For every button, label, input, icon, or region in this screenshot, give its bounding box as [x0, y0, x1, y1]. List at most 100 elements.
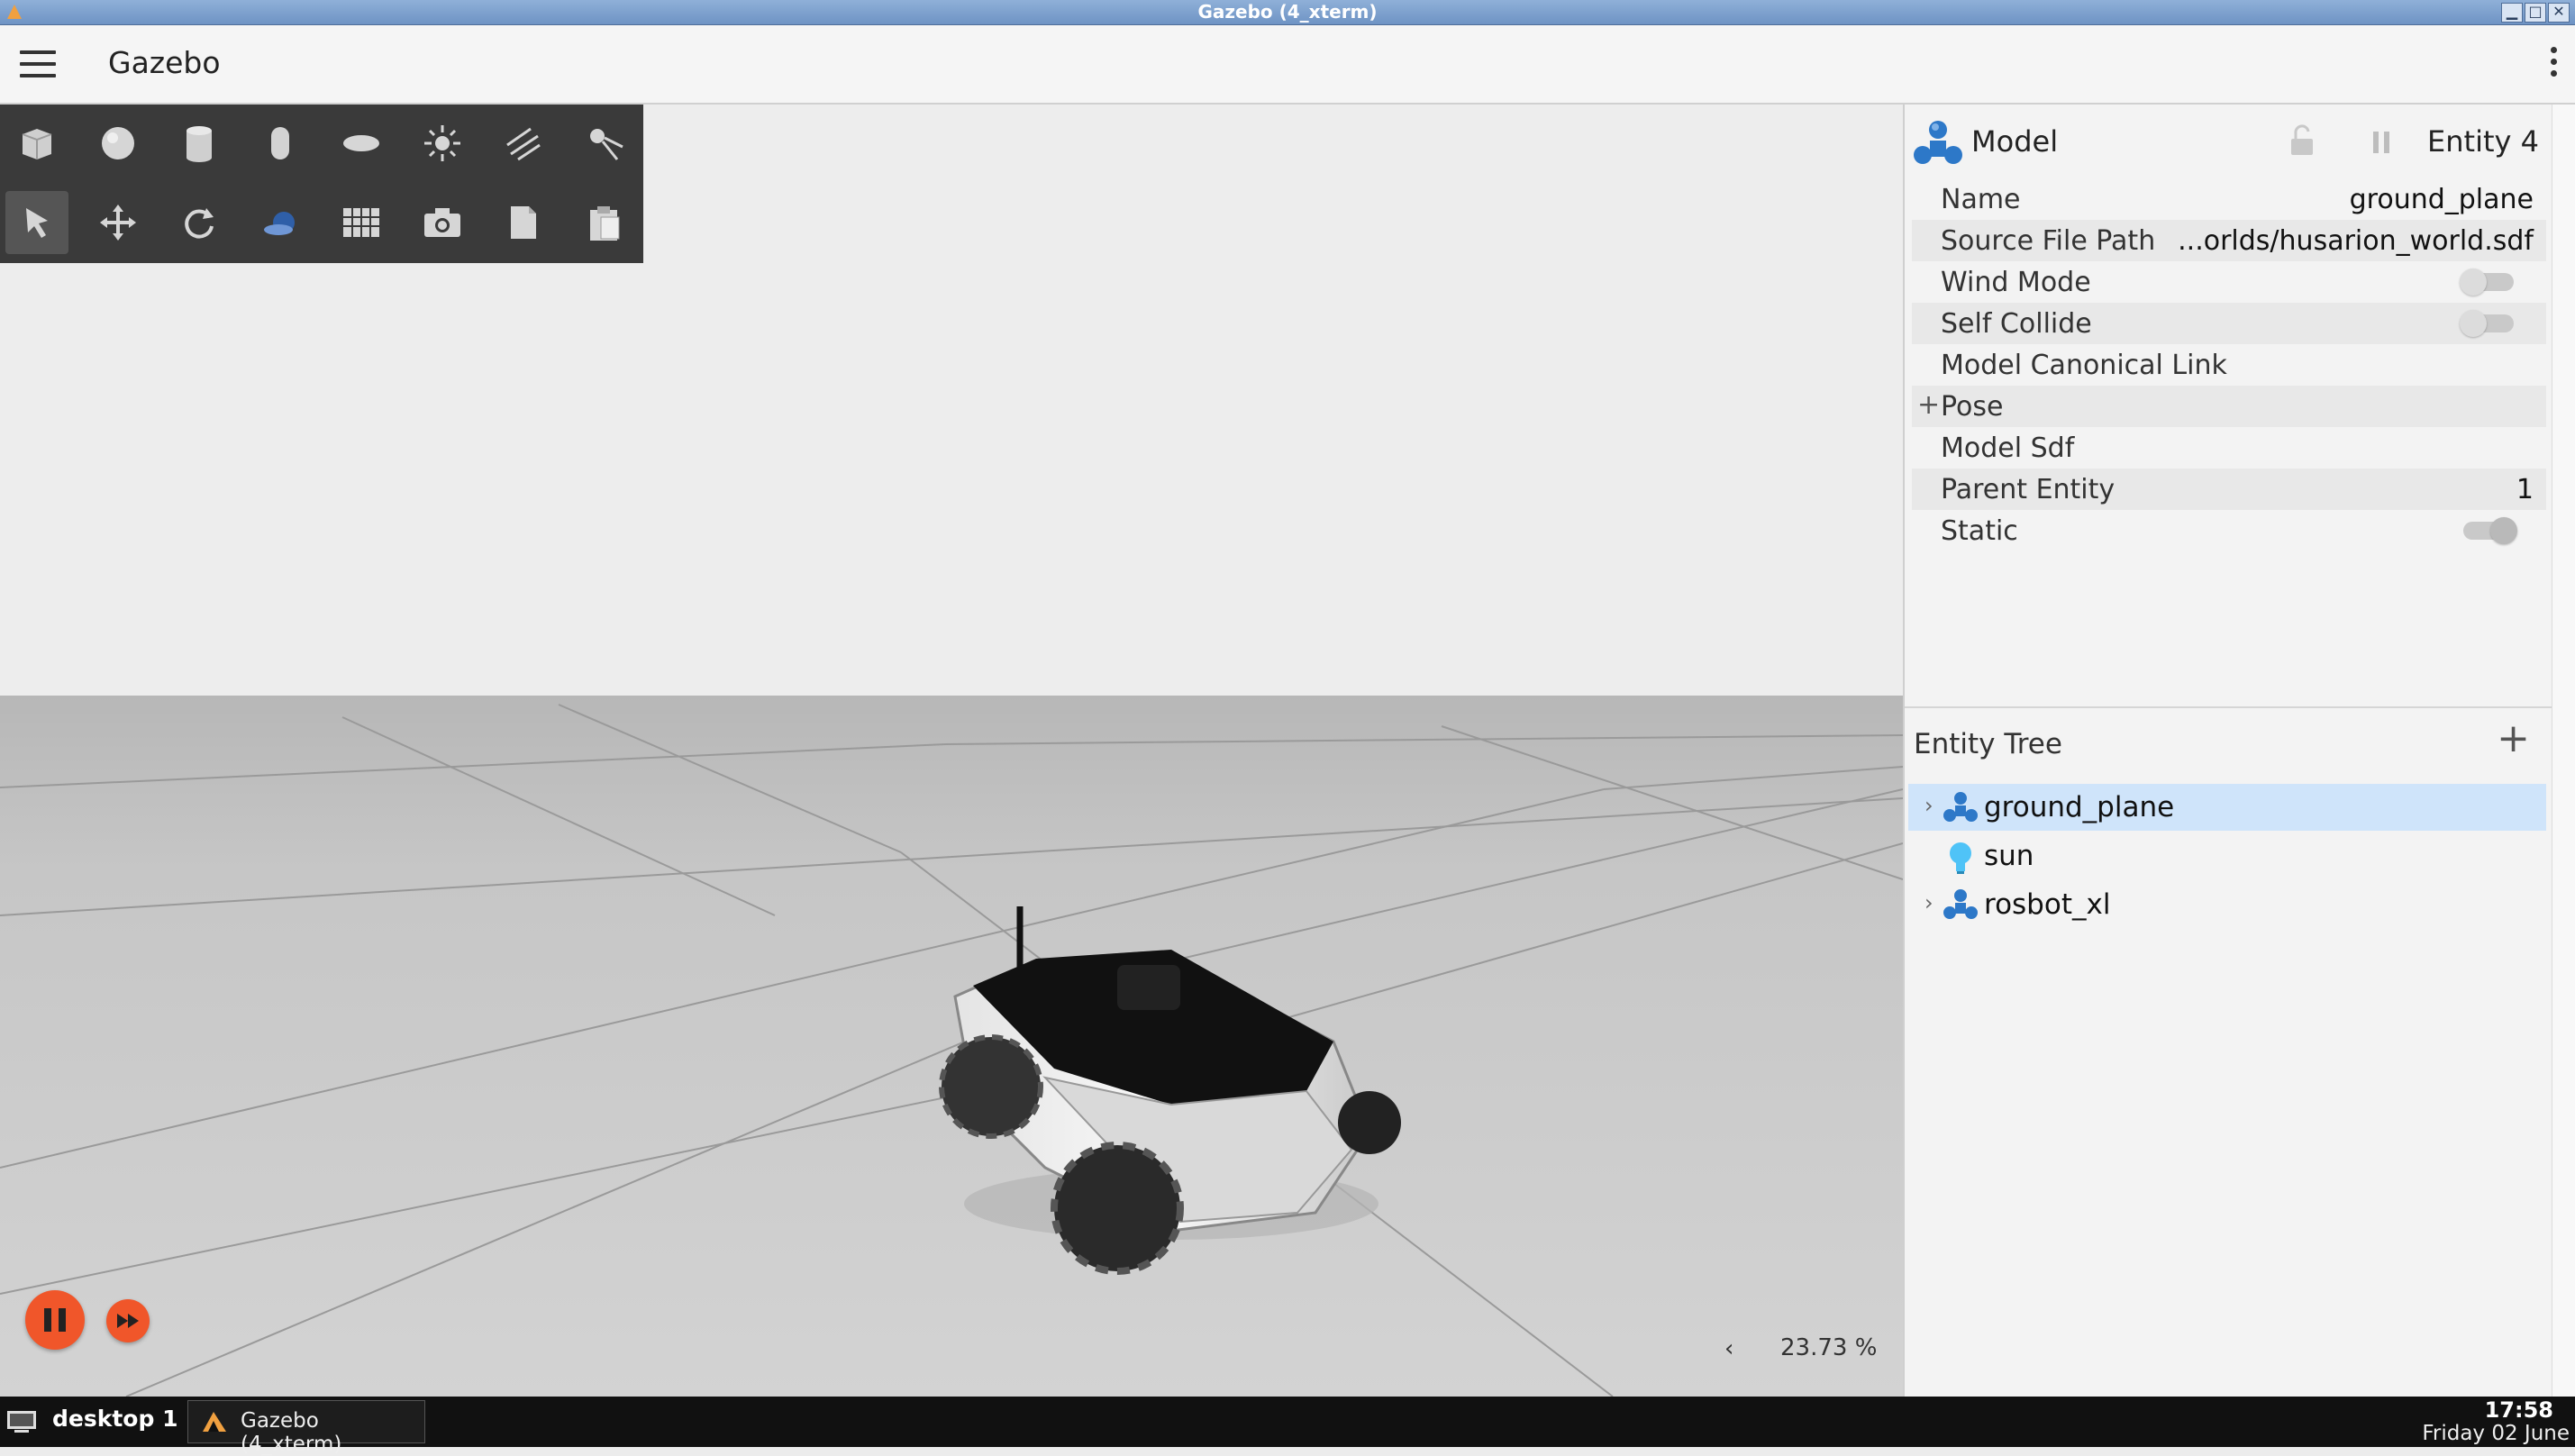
spot-light-button[interactable]: [573, 112, 636, 175]
cylinder-shape-button[interactable]: [168, 112, 231, 175]
window-app-icon: [7, 5, 22, 19]
property-key: Parent Entity: [1941, 474, 2116, 505]
model-icon: [1943, 792, 1978, 822]
taskbar-task-label: Gazebo (4_xterm): [241, 1409, 342, 1456]
grid-config-icon: [343, 208, 379, 237]
sphere-shape-button[interactable]: [86, 112, 150, 175]
entity-tree-panel: Entity Tree + › ground_plane sun › rosbo…: [1905, 706, 2553, 1398]
tree-item-ground-plane[interactable]: › ground_plane: [1908, 784, 2546, 831]
paste-button[interactable]: [573, 191, 636, 254]
chevron-left-icon[interactable]: ‹: [1724, 1335, 1733, 1362]
cylinder-shape-icon: [187, 126, 212, 162]
real-time-factor: 23.73 %: [1780, 1334, 1878, 1361]
scene-render: [0, 105, 1903, 1397]
plus-icon[interactable]: +: [2497, 719, 2530, 759]
property-row-pose[interactable]: + Pose: [1912, 386, 2546, 427]
clock-date: Friday 02 June: [2422, 1422, 2570, 1445]
entity-tree-title: Entity Tree: [1914, 728, 2062, 760]
property-key: Model Canonical Link: [1941, 350, 2227, 381]
property-key: Pose: [1941, 391, 2004, 423]
property-key: Name: [1941, 184, 2021, 215]
point-light-button[interactable]: [411, 112, 474, 175]
spot-light-icon: [590, 129, 623, 160]
paste-icon: [590, 206, 620, 241]
directional-light-icon: [506, 127, 541, 161]
rotate-mode-button[interactable]: [168, 191, 231, 254]
chevron-right-icon[interactable]: ›: [1924, 890, 1934, 915]
hamburger-menu-icon[interactable]: [20, 50, 56, 77]
select-mode-icon: [26, 208, 48, 238]
window-title: Gazebo (4_xterm): [1197, 1, 1378, 23]
property-row-source-file-path: Source File Path ...orlds/husarion_world…: [1912, 220, 2546, 261]
directional-light-button[interactable]: [492, 112, 555, 175]
ellipsoid-shape-icon: [343, 135, 379, 151]
model-icon: [1943, 889, 1978, 919]
view-angle-icon: [264, 212, 295, 235]
chevron-right-icon[interactable]: ›: [1924, 793, 1934, 818]
kebab-menu-icon[interactable]: [2544, 47, 2562, 83]
window-close-button[interactable]: ✕: [2548, 3, 2570, 23]
component-inspector-header: Model Entity 4: [1905, 105, 2553, 180]
capsule-shape-icon: [271, 127, 289, 159]
tree-item-sun[interactable]: sun: [1908, 833, 2546, 879]
light-bulb-icon: [1950, 842, 1971, 874]
step-forward-button[interactable]: [106, 1299, 150, 1342]
property-row-static: Static: [1912, 510, 2546, 551]
expand-plus-icon[interactable]: +: [1917, 389, 1940, 421]
property-row-wind-mode: Wind Mode: [1912, 261, 2546, 303]
unlock-icon[interactable]: [2288, 124, 2316, 157]
grid-config-button[interactable]: [330, 191, 393, 254]
tree-item-label: sun: [1984, 840, 2034, 872]
app-title: Gazebo: [108, 45, 221, 80]
sphere-shape-icon: [102, 127, 134, 159]
scene-3d-viewport[interactable]: [0, 105, 1903, 1397]
property-key: Source File Path: [1941, 225, 2156, 257]
property-row-name: Name ground_plane: [1912, 178, 2546, 220]
property-row-self-collide: Self Collide: [1912, 303, 2546, 344]
property-row-parent-entity: Parent Entity 1: [1912, 469, 2546, 510]
box-shape-button[interactable]: [5, 112, 68, 175]
gazebo-app-icon: [203, 1412, 226, 1432]
clock-time: 17:58: [2484, 1397, 2553, 1423]
desktop-label[interactable]: desktop 1: [52, 1406, 177, 1432]
property-row-model-sdf: Model Sdf: [1912, 427, 2546, 469]
ellipsoid-shape-button[interactable]: [330, 112, 393, 175]
property-key: Static: [1941, 515, 2018, 547]
entity-id-label: Entity 4: [2427, 124, 2539, 159]
pause-icon[interactable]: [2368, 130, 2395, 155]
rotate-mode-icon: [185, 208, 214, 239]
desktop-switcher-icon[interactable]: [5, 1409, 38, 1434]
window-maximize-button[interactable]: □: [2525, 3, 2546, 23]
wind-mode-toggle[interactable]: [2460, 268, 2514, 296]
capsule-shape-button[interactable]: [249, 112, 312, 175]
select-mode-button[interactable]: [5, 191, 68, 254]
property-value: ground_plane: [2349, 184, 2534, 215]
copy-button[interactable]: [492, 191, 555, 254]
pause-button[interactable]: [25, 1290, 85, 1350]
tree-item-rosbot-xl[interactable]: › rosbot_xl: [1908, 881, 2546, 928]
property-key: Wind Mode: [1941, 267, 2091, 298]
right-panel-scrollbar[interactable]: [2552, 105, 2575, 1397]
box-shape-icon: [22, 129, 52, 159]
fast-forward-icon: [117, 1314, 139, 1328]
pause-icon: [44, 1308, 51, 1332]
app-header: Gazebo: [0, 25, 2575, 105]
window-minimize-button[interactable]: ▁: [2501, 3, 2523, 23]
screenshot-button[interactable]: [411, 191, 474, 254]
translate-mode-icon: [100, 205, 136, 241]
static-toggle[interactable]: [2463, 517, 2517, 544]
taskbar-task-gazebo[interactable]: Gazebo (4_xterm): [187, 1400, 425, 1456]
property-row-model-canonical-link: Model Canonical Link: [1912, 344, 2546, 386]
point-light-icon: [424, 125, 460, 161]
system-taskbar: desktop 1 Gazebo (4_xterm) 17:58 Friday …: [0, 1397, 2575, 1456]
view-angle-button[interactable]: [249, 191, 312, 254]
screenshot-icon: [424, 208, 460, 237]
right-panel: Model Entity 4 Name ground_plane Source …: [1903, 105, 2553, 1398]
property-value: 1: [2516, 474, 2534, 505]
window-titlebar[interactable]: Gazebo (4_xterm) ▁ □ ✕: [0, 0, 2575, 25]
translate-mode-button[interactable]: [86, 191, 150, 254]
model-icon: [1914, 121, 1962, 164]
self-collide-toggle[interactable]: [2460, 310, 2514, 337]
property-key: Model Sdf: [1941, 432, 2075, 464]
shapes-and-transform-toolbar: [0, 105, 643, 263]
